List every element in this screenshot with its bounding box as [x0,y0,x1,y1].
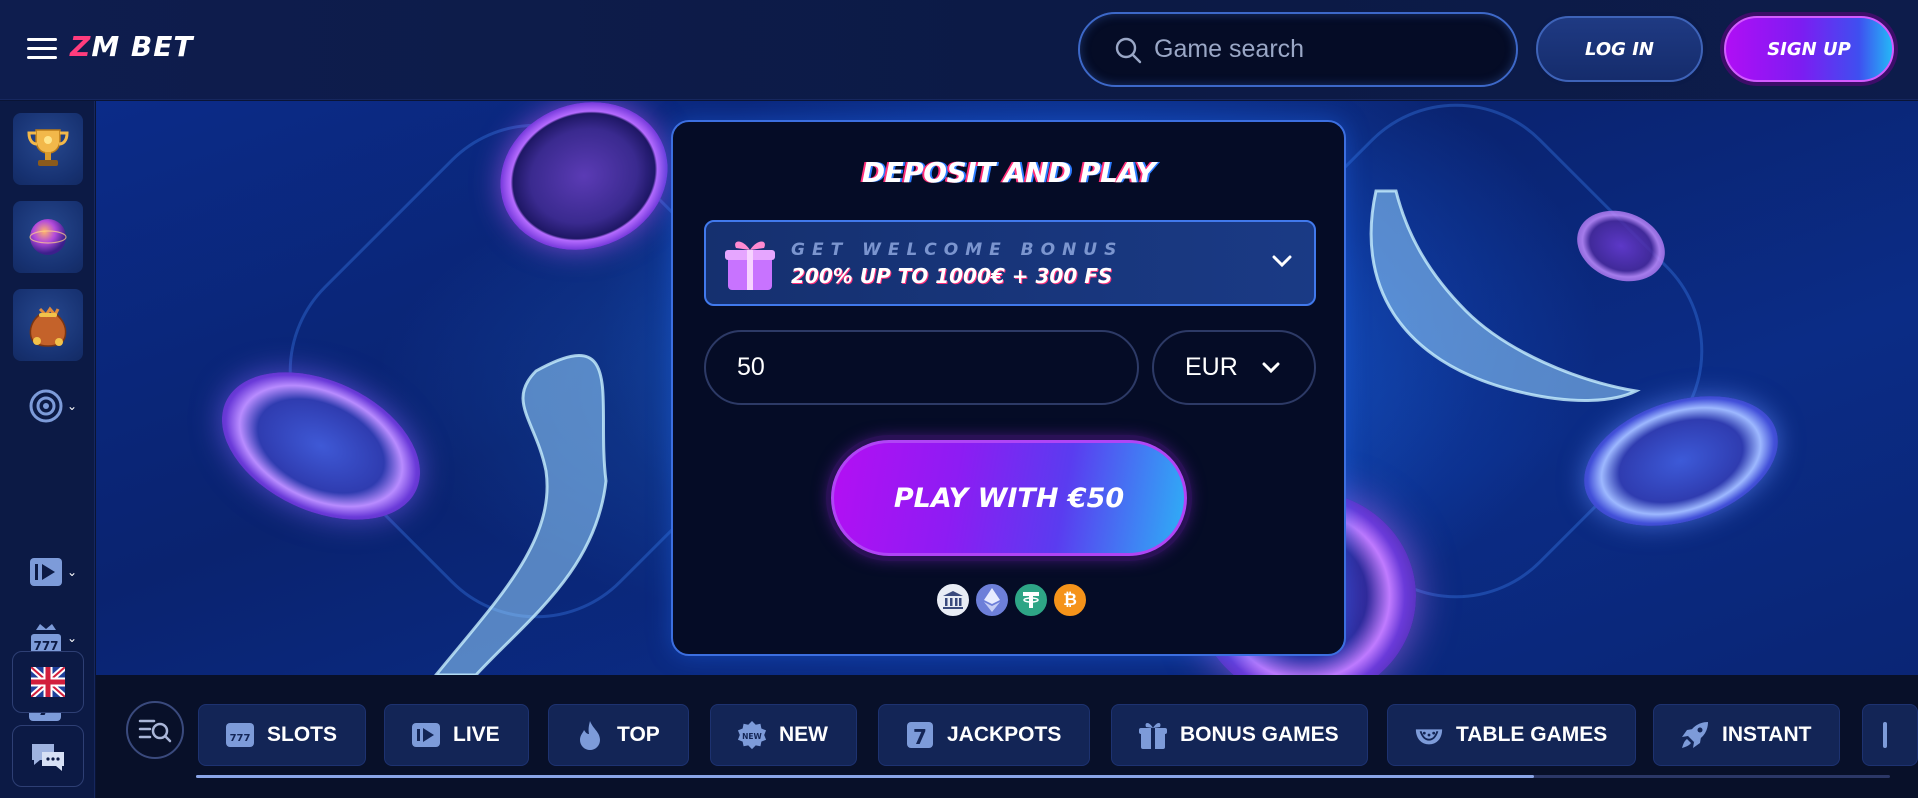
category-new[interactable]: NEW NEW [710,704,857,766]
sidebar-item-roulette-spacer [28,488,82,528]
category-more[interactable] [1862,704,1918,766]
search-icon [1115,37,1142,63]
top-header: ZM BET LOG IN SIGN UP [0,0,1918,100]
trophy-icon [27,129,69,166]
tether-icon [1013,582,1049,618]
svg-text:777: 777 [230,733,251,744]
category-scrollbar[interactable] [196,775,1890,778]
category-live[interactable]: LIVE [384,704,529,766]
currency-select[interactable]: EUR [1152,330,1316,405]
menu-icon[interactable] [27,38,57,62]
category-label: JACKPOTS [947,723,1062,746]
chevron-down-icon: ⌄ [67,631,78,645]
category-label: BONUS GAMES [1180,723,1339,746]
chevron-down-icon: ⌄ [67,565,78,579]
category-top[interactable]: TOP [548,704,689,766]
logo[interactable]: ZM BET [70,30,194,66]
svg-text:7: 7 [913,725,927,749]
roulette-icon [29,389,63,423]
language-selector[interactable] [12,651,84,713]
gift-icon [725,241,775,290]
sidebar-item-tournaments[interactable] [13,113,83,185]
deposit-title: DEPOSIT AND PLAY [861,156,1156,189]
gift-icon [1138,720,1168,750]
chevron-down-icon [1272,255,1292,268]
hero-banner: DEPOSIT AND PLAY GET WELCOME BONUS 200% … [96,101,1918,675]
bonus-kicker: GET WELCOME BONUS [791,240,1124,260]
chat-icon [32,744,64,771]
category-slots[interactable]: 777 SLOTS [198,704,367,766]
welcome-bonus-selector[interactable]: GET WELCOME BONUS 200% UP TO 1000€ + 300… [704,220,1316,306]
login-button[interactable]: LOG IN [1536,16,1703,82]
sidebar-item-live[interactable]: ⌄ [28,552,82,592]
chevron-down-icon: ⌄ [67,399,78,413]
new-badge-icon: NEW [737,720,767,750]
bank-icon [935,582,971,618]
support-chat-button[interactable] [12,725,84,787]
seven-jackpot-icon: 7 [905,720,935,750]
play-deposit-button[interactable]: PLAY WITH €50 [831,440,1187,556]
sidebar-item-promo[interactable] [13,201,83,273]
bonus-offer: 200% UP TO 1000€ + 300 FS [791,264,1113,288]
category-label: TABLE GAMES [1456,723,1608,746]
deposit-amount-field[interactable] [704,330,1139,405]
ethereum-icon [974,582,1010,618]
category-label: INSTANT [1722,723,1812,746]
sidebar-item-bonuses[interactable] [13,289,83,361]
sidebar-item-roulette[interactable]: ⌄ [28,386,82,426]
slot-777-icon: 777 [225,720,255,750]
category-jackpots[interactable]: 7 JACKPOTS [878,704,1091,766]
partial-category-icon [1883,722,1887,748]
bitcoin-icon: ₿ [1052,582,1088,618]
category-label: SLOTS [267,723,338,746]
category-scrollbar-thumb[interactable] [196,775,1535,778]
chevron-down-icon [1262,362,1280,374]
live-play-icon [411,720,441,750]
payment-methods: ₿ [935,582,1091,620]
rocket-icon [1680,720,1710,750]
uk-flag-icon [31,667,65,697]
filter-search-icon [138,719,172,743]
logo-text-rest: M BET [91,30,194,63]
search-input[interactable] [1154,35,1494,64]
filter-search-button[interactable] [126,701,184,759]
svg-text:NEW: NEW [742,732,762,741]
sidebar: ⌄ ⌄ 777 ⌄ 7 [0,101,95,798]
globe-orb-icon [29,219,67,255]
deposit-card: DEPOSIT AND PLAY GET WELCOME BONUS 200% … [671,120,1346,656]
category-label: NEW [779,723,828,746]
category-instant[interactable]: INSTANT [1653,704,1841,766]
amount-input[interactable] [737,353,1117,382]
flame-icon [575,720,605,750]
category-label: TOP [617,723,660,746]
table-games-icon [1414,720,1444,750]
category-label: LIVE [453,723,500,746]
category-bar: 777 SLOTS LIVE TOP NEW NEW 7 JACKPOTS BO… [96,675,1918,798]
search-bar[interactable] [1078,12,1518,87]
boomerang-image [1369,189,1641,402]
currency-value: EUR [1185,353,1238,381]
live-play-icon [30,558,62,586]
treasure-bag-icon [29,306,67,347]
category-table-games[interactable]: TABLE GAMES [1387,704,1637,766]
signup-button[interactable]: SIGN UP [1724,16,1894,82]
category-bonus-games[interactable]: BONUS GAMES [1111,704,1368,766]
